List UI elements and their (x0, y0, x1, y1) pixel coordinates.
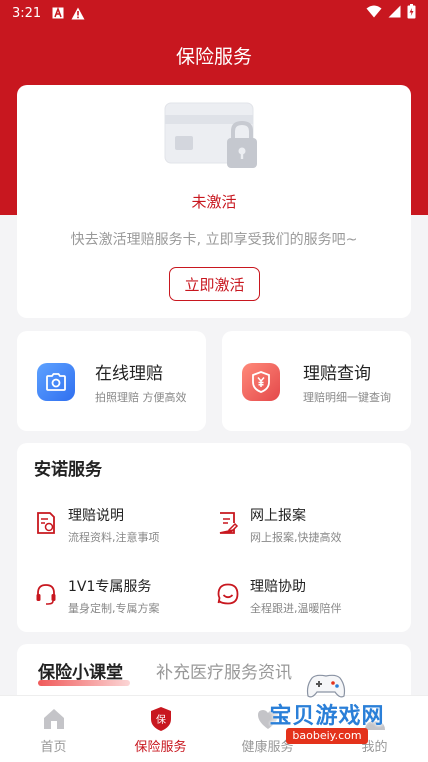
yen-shield-icon (242, 363, 280, 401)
service-title: 理赔协助 (250, 579, 306, 595)
claim-query-title: 理赔查询 (303, 364, 371, 384)
activate-now-button[interactable]: 立即激活 (169, 267, 260, 301)
service-subtitle: 网上报案,快捷高效 (250, 531, 342, 544)
service-subtitle: 全程跟进,温暖陪伴 (250, 602, 342, 615)
service-title: 网上报案 (250, 508, 306, 524)
nav-insurance-service[interactable]: 保 保险服务 (107, 696, 214, 762)
wifi-icon (366, 5, 382, 22)
service-subtitle: 流程资料,注意事项 (68, 531, 160, 544)
watermark-url: baobeiy.com (286, 728, 368, 744)
online-claim-title: 在线理赔 (95, 364, 163, 384)
gamepad-icon (304, 672, 348, 700)
tab-insurance-class[interactable]: 保险小课堂 (38, 658, 123, 683)
claim-query-subtitle: 理赔明细一键查询 (303, 391, 391, 404)
battery-icon (407, 3, 416, 23)
headset-icon (34, 582, 58, 606)
home-icon (41, 706, 67, 732)
locked-card-icon (163, 101, 267, 173)
activation-status: 未激活 (191, 193, 237, 211)
service-online-report[interactable]: 网上报案 网上报案,快捷高效 (216, 505, 396, 549)
services-title: 安诺服务 (34, 460, 102, 480)
status-bar: 3:21 (0, 0, 428, 26)
nav-label: 保险服务 (134, 740, 187, 755)
online-claim-card[interactable]: 在线理赔 拍照理赔 方便高效 (17, 331, 206, 431)
edit-document-icon (216, 511, 240, 535)
site-watermark: 宝贝游戏网 baobeiy.com (252, 672, 402, 752)
status-time: 3:21 (12, 5, 42, 21)
service-claim-assistance[interactable]: 理赔协助 全程跟进,温暖陪伴 (216, 576, 396, 620)
services-card: 安诺服务 理赔说明 流程资料,注意事项 网上报案 网上报案,快捷高效 1V1专属… (17, 443, 411, 632)
svg-text:保: 保 (156, 713, 166, 726)
a-icon (51, 6, 65, 20)
insurance-shield-icon: 保 (148, 706, 174, 732)
nav-label: 首页 (40, 740, 67, 755)
camera-icon (37, 363, 75, 401)
smile-chat-icon (216, 582, 240, 606)
signal-icon (388, 5, 401, 22)
nav-home[interactable]: 首页 (0, 696, 107, 762)
warning-icon (71, 6, 85, 20)
watermark-text: 宝贝游戏网 (269, 704, 385, 729)
online-claim-subtitle: 拍照理赔 方便高效 (95, 391, 187, 404)
page-title: 保险服务 (175, 46, 252, 68)
document-icon (34, 511, 58, 535)
service-title: 1V1专属服务 (68, 579, 152, 595)
service-title: 理赔说明 (68, 508, 124, 524)
service-subtitle: 量身定制,专属方案 (68, 602, 160, 615)
service-claim-instructions[interactable]: 理赔说明 流程资料,注意事项 (34, 505, 214, 549)
service-1v1-exclusive[interactable]: 1V1专属服务 量身定制,专属方案 (34, 576, 214, 620)
activation-card: 未激活 快去激活理赔服务卡, 立即享受我们的服务吧~ 立即激活 (17, 85, 411, 318)
activation-description: 快去激活理赔服务卡, 立即享受我们的服务吧~ (70, 232, 358, 248)
claim-query-card[interactable]: 理赔查询 理赔明细一键查询 (222, 331, 411, 431)
